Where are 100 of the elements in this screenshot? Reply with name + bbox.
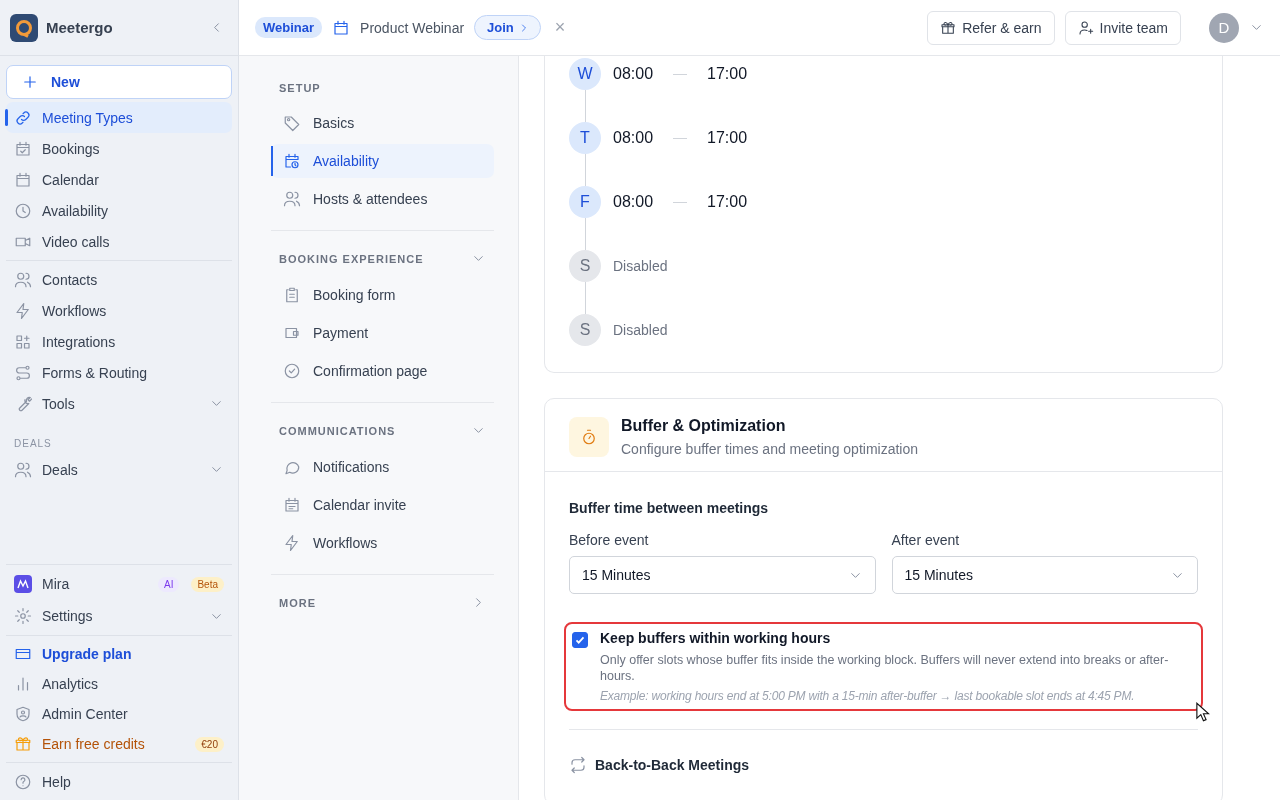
section-heading: SETUP — [279, 82, 321, 94]
item-label: Upgrade plan — [42, 646, 132, 662]
sidebar-item[interactable]: Earn free credits €20 — [6, 729, 232, 759]
settings-nav-item[interactable]: Calendar invite — [271, 488, 494, 522]
item-label: Admin Center — [42, 706, 128, 722]
start-time[interactable]: 08:00 — [613, 129, 654, 147]
sidebar-item[interactable]: Calendar — [6, 164, 232, 195]
header-button[interactable]: Invite team — [1064, 10, 1181, 45]
settings-nav-item[interactable]: Payment — [271, 316, 494, 350]
shield-icon — [14, 705, 32, 723]
day-circle: S — [569, 314, 601, 346]
users-icon — [14, 460, 32, 479]
option-label: Keep buffers within working hours — [600, 630, 832, 646]
gift-icon — [14, 735, 32, 753]
sidebar-item[interactable]: Integrations — [6, 326, 232, 357]
sidebar-item[interactable]: Meeting Types — [6, 102, 232, 133]
sidebar-item[interactable]: Mira AI Beta — [6, 568, 232, 600]
calendar-clock-icon — [283, 152, 301, 170]
settings-nav-item[interactable]: Notifications — [271, 450, 494, 484]
select-field[interactable]: 15 Minutes — [569, 556, 876, 594]
section-heading: COMMUNICATIONS — [279, 424, 396, 437]
end-time[interactable]: 17:00 — [707, 129, 748, 147]
badge: AI — [157, 576, 180, 592]
calendar-icon — [332, 18, 351, 37]
user-plus-icon — [1077, 19, 1094, 36]
day-circle: W — [569, 58, 601, 90]
calendar-check-icon — [14, 139, 32, 158]
checkbox[interactable] — [572, 632, 588, 648]
start-time[interactable]: 08:00 — [613, 193, 654, 211]
section-heading: MORE — [279, 596, 316, 609]
help-icon — [14, 772, 32, 791]
cursor-icon — [1196, 702, 1210, 722]
settings-nav-item[interactable]: Availability — [271, 144, 494, 178]
credit-badge: €20 — [195, 736, 224, 752]
grid-icon — [14, 332, 32, 351]
sidebar-item[interactable]: Help — [6, 766, 232, 797]
sidebar-item[interactable]: Settings — [6, 600, 232, 632]
end-time[interactable]: 17:00 — [707, 65, 748, 83]
sidebar-item[interactable]: Analytics — [6, 669, 232, 699]
item-label: Earn free credits — [42, 736, 145, 752]
day-circle: T — [569, 122, 601, 154]
link-icon — [14, 108, 32, 127]
calendar-icon — [14, 170, 32, 189]
app-name: Meetergo — [46, 19, 114, 36]
sidebar-item[interactable]: Upgrade plan — [6, 639, 232, 669]
disabled-note: Disabled — [613, 322, 668, 338]
subsection-title: Back-to-Back Meetings — [595, 757, 750, 773]
card-subtitle: Configure buffer times and meeting optimization — [621, 441, 918, 457]
sidebar-item[interactable]: Workflows — [6, 295, 232, 326]
day-circle: S — [569, 250, 601, 282]
bolt-icon — [14, 301, 32, 320]
clipboard-icon — [283, 286, 301, 304]
assistant-label: Mira — [42, 576, 70, 592]
settings-nav-item[interactable]: Booking form — [271, 278, 494, 312]
timer-icon — [569, 417, 609, 457]
assistant-icon — [14, 575, 32, 593]
sidebar-item[interactable]: Tools — [6, 388, 232, 419]
plus-icon — [21, 73, 39, 91]
settings-nav-item[interactable]: Confirmation page — [271, 354, 494, 388]
settings-nav-item[interactable]: Workflows — [271, 526, 494, 560]
join-button[interactable]: Join — [474, 15, 541, 40]
option-example: Example: working hours end at 5:00 PM with a 15-min after-buffer → last bookable slot ends at 4:45 PM. — [600, 689, 1136, 703]
calendar-lines-icon — [283, 496, 301, 514]
bolt-icon — [283, 534, 301, 552]
new-button[interactable]: New — [6, 65, 232, 99]
users-icon — [283, 190, 301, 208]
sidebar-item[interactable]: Bookings — [6, 133, 232, 164]
route-icon — [14, 363, 32, 382]
sidebar-item[interactable]: Availability — [6, 195, 232, 226]
section-heading: BOOKING EXPERIENCE — [279, 252, 424, 265]
settings-nav-item[interactable]: Hosts & attendees — [271, 182, 494, 216]
card-title: Buffer & Optimization — [621, 417, 787, 435]
field-label: Before event — [569, 532, 650, 548]
sidebar-item[interactable]: Contacts — [6, 264, 232, 295]
gift-icon — [940, 19, 957, 36]
tag-icon — [283, 114, 301, 132]
settings-icon — [14, 607, 32, 625]
logo-icon — [10, 13, 38, 42]
disabled-note: Disabled — [613, 258, 668, 274]
select-field[interactable]: 15 Minutes — [891, 556, 1198, 594]
header-button[interactable]: Refer & earn — [927, 10, 1055, 45]
sidebar-item[interactable]: Deals — [6, 454, 232, 485]
event-title: Product Webinar — [360, 19, 465, 36]
badge-check-icon — [283, 362, 301, 380]
start-time[interactable]: 08:00 — [613, 65, 654, 83]
sidebar-item[interactable]: Video calls — [6, 226, 232, 257]
sidebar-item[interactable]: Forms & Routing — [6, 357, 232, 388]
section-label: Buffer time between meetings — [569, 500, 770, 516]
day-circle: F — [569, 186, 601, 218]
users-icon — [14, 270, 32, 289]
event-type-badge: Webinar — [255, 17, 323, 38]
field-label: After event — [891, 532, 961, 548]
clock-icon — [14, 201, 32, 220]
section-heading: DEALS — [13, 437, 53, 451]
end-time[interactable]: 17:00 — [707, 193, 748, 211]
badge: Beta — [191, 576, 224, 592]
option-description: Only offer slots whose buffer fits inside the working block. Buffers will never extend into breaks or after-hours. — [600, 652, 1170, 684]
settings-nav-item[interactable]: Basics — [271, 106, 494, 140]
item-label: Analytics — [42, 676, 99, 692]
sidebar-item[interactable]: Admin Center — [6, 699, 232, 729]
